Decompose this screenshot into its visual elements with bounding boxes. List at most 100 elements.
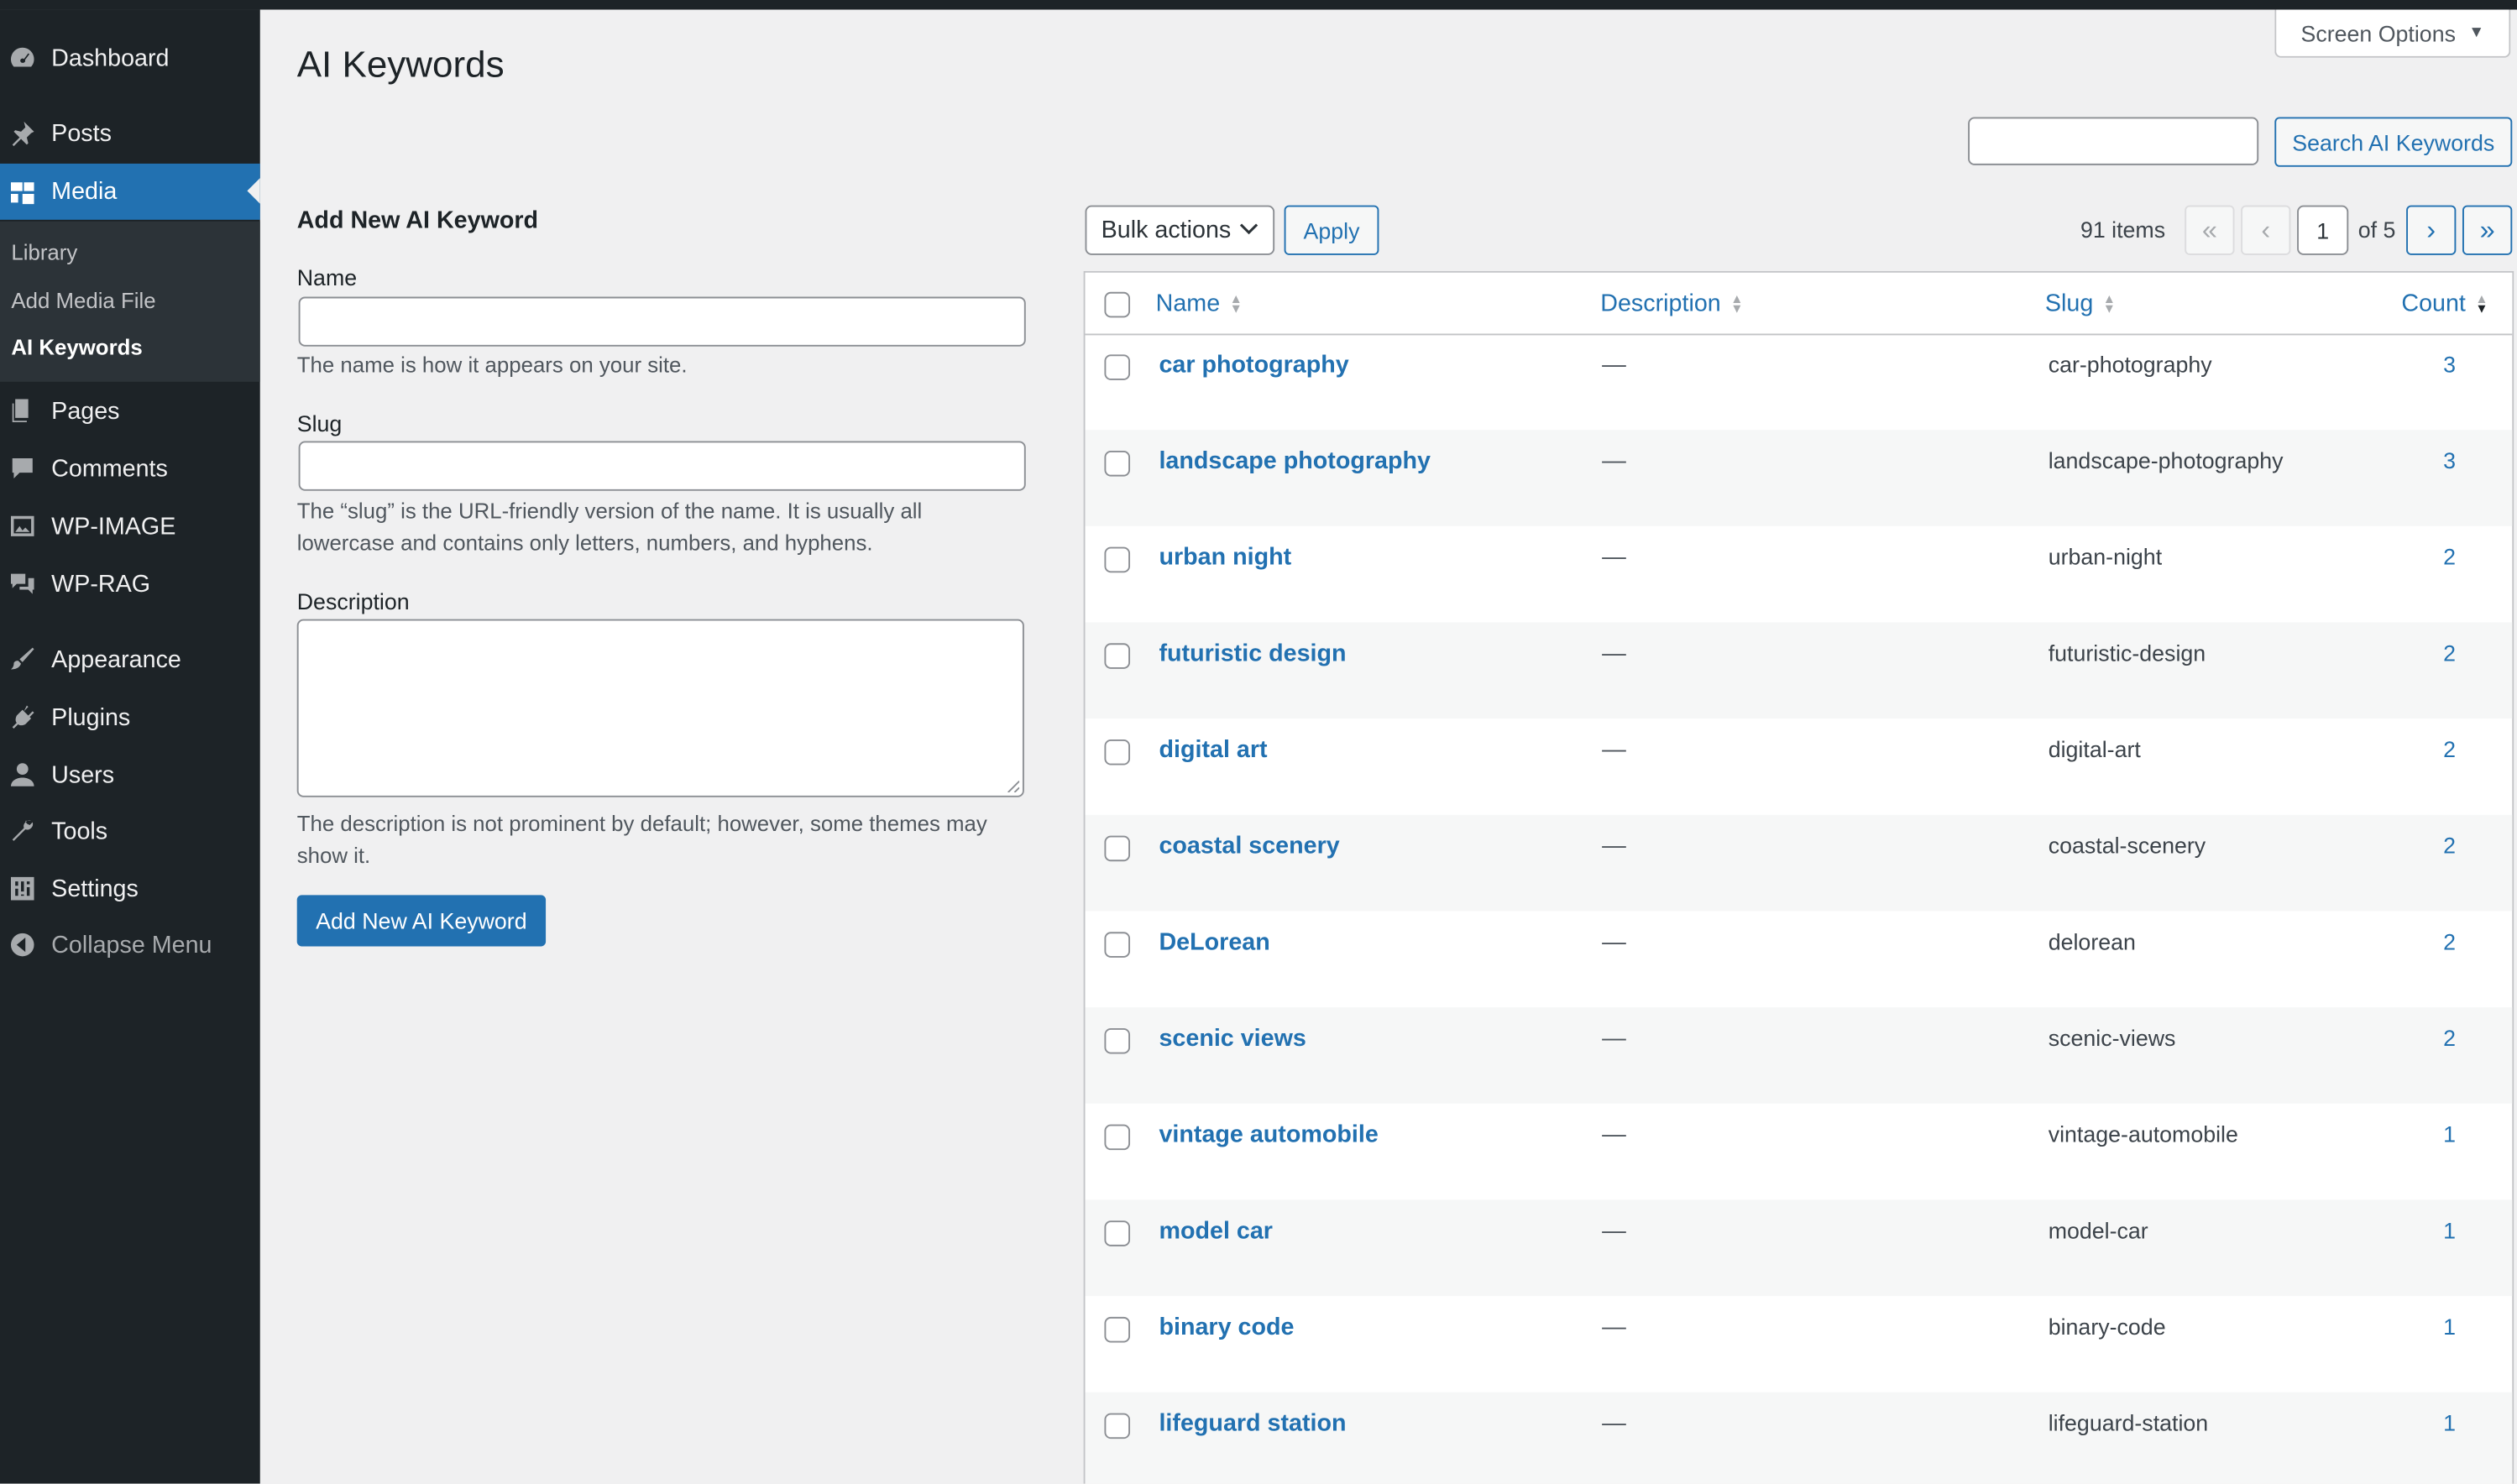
sidebar-item-settings[interactable]: Settings: [0, 861, 260, 916]
row-checkbox[interactable]: [1104, 1413, 1131, 1440]
search-keywords-button[interactable]: Search AI Keywords: [2274, 117, 2513, 167]
sidebar-item-pages[interactable]: Pages: [0, 384, 260, 438]
description-field[interactable]: [296, 619, 1024, 797]
chevron-down-icon: [1239, 223, 1258, 235]
submenu-item-library[interactable]: Library: [11, 241, 77, 265]
sort-arrows-icon: ▲ ▼: [1229, 290, 1243, 316]
bulk-actions-select[interactable]: Bulk actions: [1085, 205, 1275, 255]
row-checkbox[interactable]: [1104, 1220, 1131, 1246]
keyword-name-link[interactable]: landscape photography: [1159, 447, 1431, 474]
submenu-item-ai-keywords[interactable]: AI Keywords: [11, 335, 142, 359]
row-checkbox[interactable]: [1104, 450, 1131, 477]
submenu-item-add-media-file[interactable]: Add Media File: [11, 289, 155, 313]
keyword-count-link[interactable]: 1: [2443, 1121, 2456, 1147]
sidebar-item-tools[interactable]: Tools: [0, 803, 260, 858]
keyword-name-link[interactable]: model car: [1159, 1217, 1273, 1244]
keyword-name-link[interactable]: DeLorean: [1159, 928, 1269, 955]
collapse-menu-button[interactable]: Collapse Menu: [0, 917, 260, 972]
resize-grip-icon[interactable]: [1007, 780, 1020, 793]
sidebar-item-appearance[interactable]: Appearance: [0, 632, 260, 687]
keyword-count-link[interactable]: 1: [2443, 1314, 2456, 1340]
keyword-description: —: [1602, 1121, 1626, 1149]
keyword-description: —: [1602, 1314, 1626, 1341]
name-help-text: The name is how it appears on your site.: [296, 353, 688, 378]
dashboard-icon: [7, 42, 39, 74]
keyword-count-link[interactable]: 2: [2443, 544, 2456, 570]
keyword-count-link[interactable]: 2: [2443, 1025, 2456, 1051]
keyword-slug: futuristic-design: [2048, 640, 2206, 666]
sidebar-item-media[interactable]: Media: [0, 163, 260, 220]
sidebar-item-plugins[interactable]: Plugins: [0, 690, 260, 745]
column-header-slug[interactable]: Slug ▲ ▼: [2045, 290, 2116, 317]
apply-button[interactable]: Apply: [1284, 205, 1379, 255]
keyword-count-link[interactable]: 3: [2443, 352, 2456, 378]
keyword-name-link[interactable]: digital art: [1159, 736, 1267, 763]
keyword-count-link[interactable]: 2: [2443, 736, 2456, 762]
keyword-count-link[interactable]: 1: [2443, 1217, 2456, 1243]
column-header-name[interactable]: Name ▲ ▼: [1156, 290, 1243, 317]
row-checkbox[interactable]: [1104, 1027, 1131, 1054]
sidebar-item-wp-rag[interactable]: WP-RAG: [0, 556, 260, 611]
sidebar-item-comments[interactable]: Comments: [0, 442, 260, 496]
keyword-description: —: [1602, 447, 1626, 475]
row-checkbox[interactable]: [1104, 643, 1131, 669]
total-pages-label: of 5: [2357, 216, 2396, 243]
sidebar-item-label: Comments: [51, 454, 168, 483]
table-row: model car — model-car 1: [1085, 1199, 2513, 1297]
keyword-name-link[interactable]: vintage automobile: [1159, 1121, 1378, 1148]
keyword-count-link[interactable]: 2: [2443, 640, 2456, 666]
sidebar-item-wp-image[interactable]: WP-IMAGE: [0, 499, 260, 553]
sort-arrows-icon: ▲ ▼: [2475, 290, 2488, 316]
previous-page-button[interactable]: ‹: [2241, 205, 2291, 255]
keyword-name-link[interactable]: car photography: [1159, 352, 1348, 379]
row-checkbox[interactable]: [1104, 354, 1131, 380]
row-checkbox[interactable]: [1104, 1124, 1131, 1151]
collapse-arrow-icon: [7, 928, 39, 960]
settings-icon: [7, 873, 39, 905]
slug-field[interactable]: [298, 441, 1026, 491]
screen-options-button[interactable]: Screen Options ▼: [2274, 9, 2511, 58]
row-checkbox[interactable]: [1104, 546, 1131, 573]
column-header-description[interactable]: Description ▲ ▼: [1600, 290, 1743, 317]
keyword-count-link[interactable]: 2: [2443, 928, 2456, 954]
search-input[interactable]: [1968, 117, 2259, 165]
sidebar-item-label: WP-IMAGE: [51, 512, 176, 541]
keyword-name-link[interactable]: coastal scenery: [1159, 833, 1339, 860]
keyword-name-link[interactable]: lifeguard station: [1159, 1410, 1346, 1437]
row-checkbox[interactable]: [1104, 1316, 1131, 1343]
caret-down-icon: ▼: [2468, 24, 2485, 42]
keyword-description: —: [1602, 832, 1626, 860]
first-page-button[interactable]: «: [2185, 205, 2235, 255]
keyword-name-link[interactable]: futuristic design: [1159, 640, 1346, 666]
user-icon: [7, 759, 39, 791]
row-checkbox[interactable]: [1104, 932, 1131, 958]
table-row: futuristic design — futuristic-design 2: [1085, 622, 2513, 719]
keyword-count-link[interactable]: 2: [2443, 833, 2456, 859]
name-field[interactable]: [298, 296, 1026, 347]
last-page-button[interactable]: »: [2462, 205, 2513, 255]
current-page-input[interactable]: 1: [2297, 205, 2349, 255]
select-all-checkbox[interactable]: [1104, 291, 1131, 318]
sidebar-item-users[interactable]: Users: [0, 748, 260, 802]
row-checkbox[interactable]: [1104, 835, 1131, 862]
keyword-count-link[interactable]: 3: [2443, 447, 2456, 473]
keyword-slug: digital-art: [2048, 736, 2141, 762]
sidebar-item-label: Pages: [51, 396, 120, 425]
table-row: lifeguard station — lifeguard-station 1: [1085, 1392, 2513, 1484]
keyword-name-link[interactable]: scenic views: [1159, 1025, 1306, 1052]
keyword-slug: delorean: [2048, 928, 2136, 955]
media-icon: [7, 175, 39, 207]
sidebar-item-posts[interactable]: Posts: [0, 106, 260, 160]
row-checkbox[interactable]: [1104, 739, 1131, 766]
keyword-name-link[interactable]: binary code: [1159, 1314, 1294, 1340]
sidebar-item-dashboard[interactable]: Dashboard: [0, 30, 260, 85]
add-new-keyword-button[interactable]: Add New AI Keyword: [296, 895, 547, 947]
add-new-form-title: Add New AI Keyword: [296, 206, 539, 235]
column-header-count[interactable]: Count ▲ ▼: [2401, 290, 2488, 317]
column-label: Count: [2401, 290, 2466, 318]
table-row: binary code — binary-code 1: [1086, 1296, 2513, 1393]
next-page-button[interactable]: ›: [2406, 205, 2457, 255]
description-help-text: The description is not prominent by defa…: [296, 811, 987, 868]
keyword-name-link[interactable]: urban night: [1159, 544, 1291, 571]
keyword-count-link[interactable]: 1: [2443, 1410, 2456, 1436]
